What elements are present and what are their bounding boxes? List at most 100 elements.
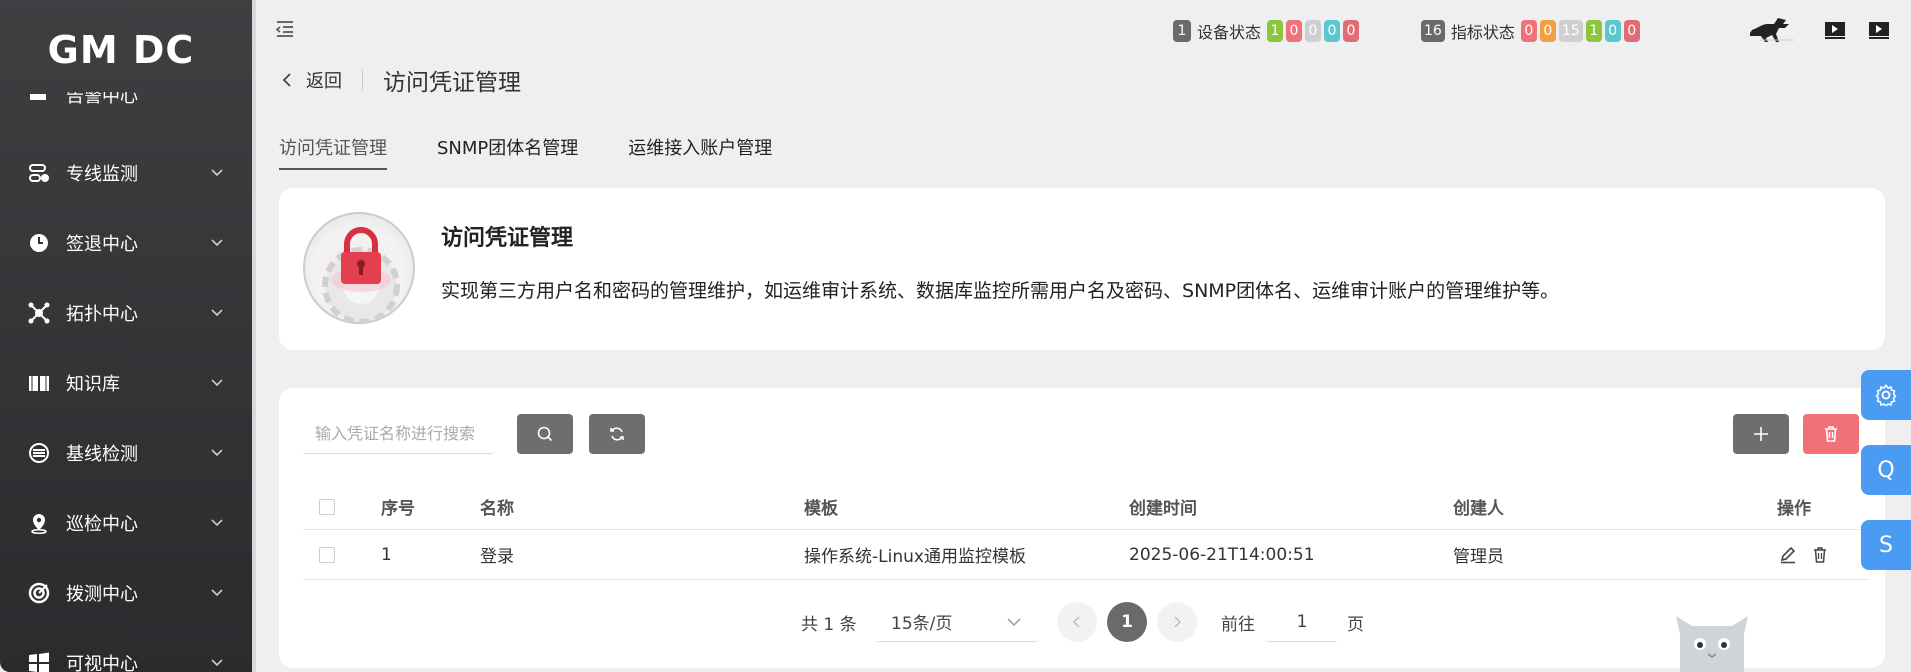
media-play-icon[interactable] xyxy=(1824,20,1846,45)
status-badge: 0 xyxy=(1539,20,1556,42)
chevron-left-icon xyxy=(1073,616,1080,628)
sidebar-item-partial[interactable]: 告警中心 xyxy=(28,92,228,112)
page-size-value: 15条/页 xyxy=(891,614,953,634)
clock-icon xyxy=(28,232,50,254)
cat-mascot-icon xyxy=(1672,608,1752,672)
top-bar: 1 设备状态 1 0 0 0 0 16 指标状态 0 0 15 1 0 0 xyxy=(260,0,1911,58)
gear-icon xyxy=(1875,384,1897,406)
sidebar-item-dialtest[interactable]: 拨测中心 xyxy=(0,558,252,628)
column-header: 创建人 xyxy=(1453,499,1504,519)
dinosaur-icon[interactable] xyxy=(1748,16,1798,49)
media-screen-icon[interactable] xyxy=(1868,20,1890,45)
row-creator: 管理员 xyxy=(1453,547,1504,567)
search-button[interactable] xyxy=(517,414,573,454)
pagination-total: 共 1 条 xyxy=(801,614,857,635)
edit-icon[interactable] xyxy=(1779,530,1797,579)
status-badge: 0 xyxy=(1286,20,1303,42)
sidebar-item-signout[interactable]: 签退中心 xyxy=(0,208,252,278)
select-all-checkbox[interactable] xyxy=(319,484,335,529)
search-input[interactable] xyxy=(303,414,493,454)
chevron-down-icon xyxy=(202,589,232,597)
chevron-right-icon xyxy=(1174,616,1181,628)
info-card: 访问凭证管理 实现第三方用户名和密码的管理维护，如运维审计系统、数据库监控所需用… xyxy=(279,188,1885,350)
metric-status-label: 指标状态 xyxy=(1450,23,1515,42)
page-number-current[interactable]: 1 xyxy=(1107,602,1147,642)
column-header: 模板 xyxy=(804,499,838,519)
chevron-down-icon xyxy=(202,309,232,317)
chevron-down-icon xyxy=(202,169,232,177)
status-badge: 0 xyxy=(1305,20,1322,42)
search-icon xyxy=(537,426,553,442)
menu-collapse-icon[interactable] xyxy=(275,20,296,38)
page-unit-label: 页 xyxy=(1347,614,1364,635)
sidebar-item-label: 告警中心 xyxy=(66,92,138,107)
tab-snmp-community[interactable]: SNMP团体名管理 xyxy=(437,130,578,170)
status-badge: 1 xyxy=(1585,20,1602,42)
q-float-button[interactable]: Q xyxy=(1861,445,1911,495)
column-header: 名称 xyxy=(480,499,514,519)
add-button[interactable] xyxy=(1733,414,1789,454)
chevron-down-icon xyxy=(202,379,232,387)
status-badge: 0 xyxy=(1604,20,1621,42)
status-badge: 0 xyxy=(1520,20,1537,42)
s-float-button[interactable]: S xyxy=(1861,520,1911,570)
dial-icon xyxy=(28,582,50,604)
column-header: 创建时间 xyxy=(1129,499,1197,519)
row-checkbox[interactable] xyxy=(319,530,335,579)
sidebar-item-label: 基线检测 xyxy=(66,444,138,465)
sidebar-item-label: 知识库 xyxy=(66,374,120,395)
refresh-icon xyxy=(610,427,624,441)
tab-access-credentials[interactable]: 访问凭证管理 xyxy=(279,130,387,170)
device-status[interactable]: 1 设备状态 1 0 0 0 0 xyxy=(1173,19,1362,43)
sidebar-item-visual[interactable]: 可视中心 xyxy=(0,628,252,672)
lock-illustration-icon xyxy=(303,212,415,324)
batch-delete-button[interactable] xyxy=(1803,414,1859,454)
page-title: 访问凭证管理 xyxy=(383,70,521,96)
table-card: 序号 名称 模板 创建时间 创建人 操作 1 登录 操作系统-Linux通用监控… xyxy=(279,388,1885,668)
page-size-select[interactable]: 15条/页 xyxy=(877,602,1037,642)
row-name: 登录 xyxy=(480,547,514,567)
sidebar-item-label: 签退中心 xyxy=(66,234,138,255)
app-logo: GM DC xyxy=(47,28,195,72)
chevron-down-icon xyxy=(202,239,232,247)
plus-icon xyxy=(1754,427,1768,441)
settings-float-button[interactable] xyxy=(1861,370,1911,420)
column-header: 操作 xyxy=(1777,499,1811,519)
refresh-button[interactable] xyxy=(589,414,645,454)
status-badge: 1 xyxy=(1267,20,1284,42)
metric-total-badge: 16 xyxy=(1421,20,1445,42)
page-header: 返回 访问凭证管理 xyxy=(260,60,860,100)
info-title: 访问凭证管理 xyxy=(441,226,574,251)
metric-status[interactable]: 16 指标状态 0 0 15 1 0 0 xyxy=(1421,19,1643,43)
chevron-down-icon xyxy=(1007,617,1021,626)
device-total-badge: 1 xyxy=(1173,20,1191,42)
sidebar-item-baseline[interactable]: 基线检测 xyxy=(0,418,252,488)
delete-icon[interactable] xyxy=(1811,530,1829,579)
table-row[interactable]: 1 登录 操作系统-Linux通用监控模板 2025-06-21T14:00:5… xyxy=(303,530,1869,580)
sidebar-item-knowledge[interactable]: 知识库 xyxy=(0,348,252,418)
back-label: 返回 xyxy=(306,71,342,92)
goto-page-input[interactable]: 1 xyxy=(1267,602,1337,642)
back-button[interactable]: 返回 xyxy=(282,67,342,93)
sidebar-item-inspection[interactable]: 巡检中心 xyxy=(0,488,252,558)
status-badge: 0 xyxy=(1343,20,1360,42)
chevron-down-icon xyxy=(202,449,232,457)
pagination: 共 1 条 15条/页 1 前往 1 页 xyxy=(279,602,1885,642)
prev-page-button[interactable] xyxy=(1057,602,1097,642)
status-badge: 0 xyxy=(1623,20,1640,42)
alarm-icon xyxy=(30,94,46,100)
sidebar-item-line-monitor[interactable]: 专线监测 xyxy=(0,138,252,208)
status-badge: 15 xyxy=(1558,20,1583,42)
info-description: 实现第三方用户名和密码的管理维护，如运维审计系统、数据库监控所需用户名及密码、S… xyxy=(441,280,1560,302)
sidebar-item-label: 拓扑中心 xyxy=(66,304,138,325)
next-page-button[interactable] xyxy=(1157,602,1197,642)
sidebar-item-topology[interactable]: 拓扑中心 xyxy=(0,278,252,348)
baseline-icon xyxy=(28,442,50,464)
column-header: 序号 xyxy=(381,499,415,519)
tab-ops-accounts[interactable]: 运维接入账户管理 xyxy=(628,130,772,170)
row-index: 1 xyxy=(381,544,392,565)
trash-icon xyxy=(1825,426,1837,442)
windows-icon xyxy=(28,652,50,672)
row-created-time: 2025-06-21T14:00:51 xyxy=(1129,544,1315,565)
table-header: 序号 名称 模板 创建时间 创建人 操作 xyxy=(303,484,1869,530)
